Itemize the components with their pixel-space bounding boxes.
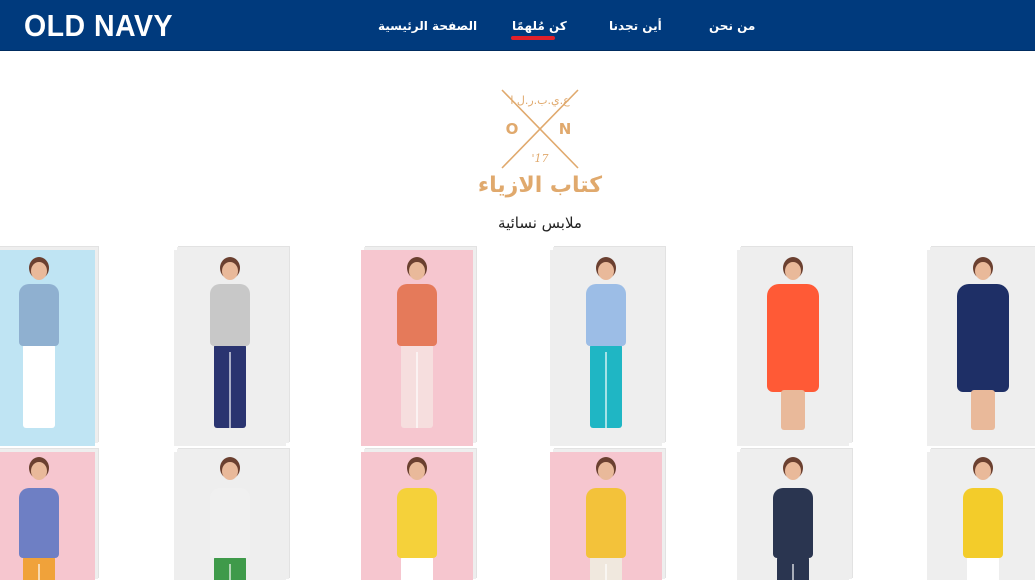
- model-head: [31, 262, 47, 280]
- emblem-letter-n: N: [559, 120, 572, 138]
- product-photo-card[interactable]: [550, 452, 662, 580]
- top-navigation-bar: OLD NAVY الصفحة الرئيسية كن مُلهمًا أين …: [0, 0, 1035, 51]
- old-navy-logo[interactable]: OLD NAVY: [24, 8, 173, 44]
- model-top: [773, 488, 813, 558]
- model-head: [222, 462, 238, 480]
- model-pants: [590, 556, 622, 580]
- model-head: [222, 262, 238, 280]
- model-head: [975, 262, 991, 280]
- model-top: [210, 488, 250, 558]
- model-head: [598, 462, 614, 480]
- product-photo-card[interactable]: [361, 452, 473, 580]
- model-figure: [0, 250, 95, 446]
- nav-get-inspired-link[interactable]: كن مُلهمًا: [512, 18, 567, 34]
- model-top: [397, 488, 437, 558]
- model-figure: [737, 452, 849, 580]
- model-head: [598, 262, 614, 280]
- product-photo-card[interactable]: [927, 452, 1035, 580]
- model-legs: [971, 390, 995, 430]
- product-photo-card[interactable]: [174, 250, 286, 446]
- model-head: [975, 462, 991, 480]
- model-pants: [401, 344, 433, 428]
- model-pants: [777, 556, 809, 580]
- product-photo-card[interactable]: [737, 452, 849, 580]
- lookbook-emblem-icon: ع.ي.ب.ر.ل.ا O N '17: [498, 88, 582, 170]
- model-top: [19, 284, 59, 346]
- model-pants: [214, 556, 246, 580]
- product-photo-card[interactable]: [0, 452, 95, 580]
- model-pants: [590, 344, 622, 428]
- model-figure: [174, 452, 286, 580]
- product-photo-card[interactable]: [361, 250, 473, 446]
- section-subtitle: ملابس نسائية: [498, 214, 582, 232]
- model-pants: [23, 344, 55, 428]
- model-figure: [737, 250, 849, 446]
- model-pants: [214, 344, 246, 428]
- model-figure: [927, 452, 1035, 580]
- model-dress: [767, 284, 819, 392]
- nav-where-to-find-us-link[interactable]: أين تجدنا: [609, 18, 662, 34]
- emblem-arc-text: ع.ي.ب.ر.ل.ا: [510, 94, 570, 107]
- model-figure: [361, 452, 473, 580]
- active-tab-indicator: [511, 36, 555, 40]
- emblem-year: '17: [531, 152, 548, 165]
- model-top: [586, 488, 626, 558]
- nav-home-link[interactable]: الصفحة الرئيسية: [378, 18, 477, 34]
- model-head: [409, 262, 425, 280]
- nav-about-us-link[interactable]: من نحن: [709, 18, 755, 34]
- model-head: [785, 462, 801, 480]
- model-pants: [967, 556, 999, 580]
- model-pants: [23, 556, 55, 580]
- model-figure: [550, 452, 662, 580]
- model-figure: [927, 250, 1035, 446]
- lookbook-title: كتاب الازياء: [477, 173, 603, 198]
- product-photo-card[interactable]: [0, 250, 95, 446]
- model-figure: [0, 452, 95, 580]
- model-figure: [361, 250, 473, 446]
- product-photo-card[interactable]: [550, 250, 662, 446]
- model-figure: [550, 250, 662, 446]
- emblem-letter-o: O: [506, 120, 519, 138]
- model-top: [210, 284, 250, 346]
- model-pants: [401, 556, 433, 580]
- model-head: [31, 462, 47, 480]
- model-top: [19, 488, 59, 558]
- model-top: [397, 284, 437, 346]
- model-dress: [957, 284, 1009, 392]
- model-top: [586, 284, 626, 346]
- product-photo-card[interactable]: [174, 452, 286, 580]
- model-head: [409, 462, 425, 480]
- model-top: [963, 488, 1003, 558]
- model-head: [785, 262, 801, 280]
- product-photo-card[interactable]: [737, 250, 849, 446]
- model-figure: [174, 250, 286, 446]
- model-legs: [781, 390, 805, 430]
- product-photo-card[interactable]: [927, 250, 1035, 446]
